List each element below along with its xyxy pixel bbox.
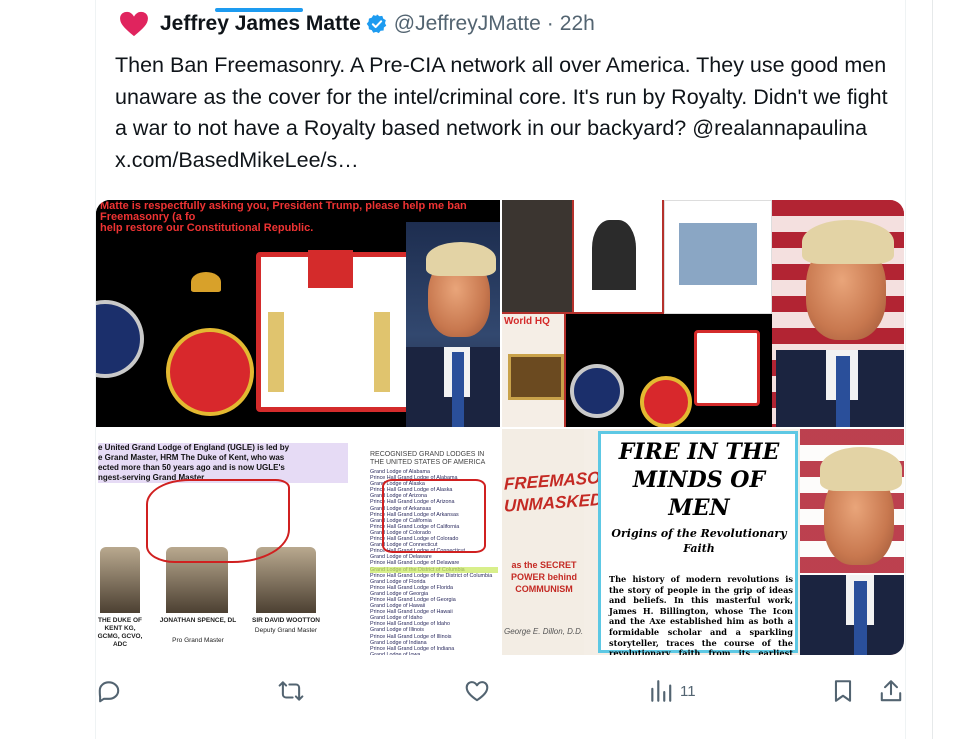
person-portrait-1 xyxy=(100,547,140,613)
cia-seal-image xyxy=(96,300,144,378)
reply-button[interactable] xyxy=(96,676,122,706)
trump-portrait-1 xyxy=(406,222,500,427)
grand-lodges-title: RECOGNISED GRAND LODGES IN THE UNITED ST… xyxy=(370,451,486,466)
book-left-title: FREEMASONRY UNMASKED xyxy=(504,465,636,516)
apron-pillar-right xyxy=(374,312,390,392)
grand-lodges-list-screenshot: RECOGNISED GRAND LODGES IN THE UNITED ST… xyxy=(352,429,500,655)
tweet-timestamp[interactable]: 22h xyxy=(560,12,595,36)
social-post-screenshot xyxy=(664,200,772,314)
media-grid: Matte is respectfully asking you, Presid… xyxy=(96,200,904,655)
collage-miniature xyxy=(566,314,772,427)
share-icon xyxy=(880,680,902,702)
book-subtitle: Origins of the Revolutionary Faith xyxy=(611,527,787,555)
red-annotation-scrawl xyxy=(146,479,290,563)
trump-portrait-2 xyxy=(776,200,904,427)
tweet-header: Jeffrey James Matte @JeffreyJMatte · 22h xyxy=(118,10,595,38)
red-annotation-scrawl-2 xyxy=(382,479,486,553)
media-image-3[interactable]: e United Grand Lodge of England (UGLE) i… xyxy=(96,429,500,655)
reply-icon xyxy=(98,681,120,703)
book-cover-freemasonry-unmasked: FREEMASONRY UNMASKED as the SECRET POWER… xyxy=(502,429,636,655)
masonic-apron-flap xyxy=(308,250,353,288)
trump-portrait-3 xyxy=(800,429,904,655)
author-name[interactable]: Jeffrey James Matte xyxy=(160,12,361,36)
share-button[interactable] xyxy=(878,676,904,706)
views-chart-icon xyxy=(651,680,672,702)
timeline-right-border xyxy=(905,0,906,739)
mention-link[interactable]: @realannapaulina xyxy=(692,116,867,140)
ugle-heading: e United Grand Lodge of England (UGLE) i… xyxy=(98,443,348,483)
heart-icon xyxy=(465,681,489,702)
historical-photo-1 xyxy=(502,200,572,312)
world-hq-panel: World HQ xyxy=(502,314,564,427)
person-role-2: Pro Grand Master xyxy=(172,637,224,644)
views-count: 11 xyxy=(680,682,696,700)
apron-pillar-left xyxy=(268,312,284,392)
views-button[interactable]: 11 xyxy=(648,676,696,706)
ugle-webpage-screenshot: e United Grand Lodge of England (UGLE) i… xyxy=(96,429,350,655)
separator-dot: · xyxy=(546,12,554,35)
soviet-emblem-image xyxy=(166,328,254,416)
tweet-text: Then Ban Freemasonry. A Pre-CIA network … xyxy=(115,50,897,176)
person-name-2: JONATHAN SPENCE, DL xyxy=(159,617,237,624)
sidebar-divider xyxy=(932,0,933,739)
highlight-dc-lodges xyxy=(370,567,498,573)
book-left-author: George E. Dillon, D.D. xyxy=(504,627,584,636)
book-blurb: The history of modern revolutions is the… xyxy=(609,574,793,655)
person-role-3: Deputy Grand Master xyxy=(254,627,318,634)
media-image-1[interactable]: Matte is respectfully asking you, Presid… xyxy=(96,200,500,427)
image1-banner: Matte is respectfully asking you, Presid… xyxy=(96,200,500,234)
lodge-list-item: Grand Lodge of Iowa xyxy=(370,651,421,655)
like-button[interactable] xyxy=(464,676,490,706)
bookmark-icon xyxy=(834,680,852,702)
author-handle[interactable]: @JeffreyJMatte xyxy=(394,12,541,36)
person-name-1: THE DUKE OF KENT KG, GCMG, GCVO, ADC xyxy=(97,617,143,648)
historical-photo-2 xyxy=(574,200,662,312)
repost-button[interactable] xyxy=(278,676,304,706)
media-image-4[interactable]: FREEMASONRY UNMASKED as the SECRET POWER… xyxy=(502,429,904,655)
eagle-emblem-image xyxy=(191,272,221,292)
world-hq-label: World HQ xyxy=(504,316,550,327)
book-left-subtitle: as the SECRET POWER behind COMMUNISM xyxy=(511,560,577,594)
url-link[interactable]: x.com/BasedMikeLee/s… xyxy=(115,148,359,172)
lodge-list-item: Prince Hall Grand Lodge of the District … xyxy=(370,572,493,579)
verified-badge-icon[interactable] xyxy=(366,13,388,35)
bookmark-button[interactable] xyxy=(830,676,856,706)
image1-banner-line1: Matte is respectfully asking you, Presid… xyxy=(100,200,467,223)
tweet-action-bar: 11 xyxy=(96,676,906,706)
media-image-2[interactable]: World HQ xyxy=(502,200,904,427)
book-title: FIRE IN THE MINDS OF MEN xyxy=(618,439,780,521)
book-cover-fire-in-the-minds: FIRE IN THE MINDS OF MEN Origins of the … xyxy=(598,431,798,655)
red-heart-emoji-icon xyxy=(120,11,148,37)
person-name-3: SIR DAVID WOOTTON xyxy=(251,617,320,624)
repost-icon xyxy=(278,681,304,701)
